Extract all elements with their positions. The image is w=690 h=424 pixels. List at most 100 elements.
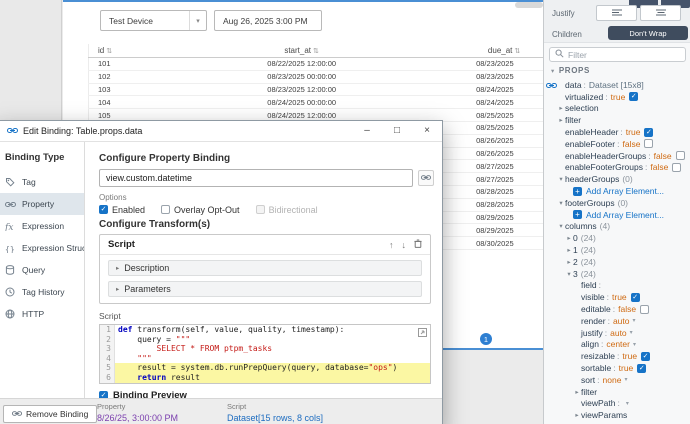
binding-link-icon[interactable]: [546, 81, 557, 91]
checkbox[interactable]: ✓: [637, 363, 647, 373]
filter-input[interactable]: [568, 49, 680, 60]
sort-icon[interactable]: ⇅: [313, 47, 319, 55]
caret-right-icon[interactable]: ▸: [565, 258, 573, 266]
remove-binding-button[interactable]: Remove Binding: [3, 405, 98, 423]
dropdown-icon[interactable]: ▾: [633, 341, 636, 348]
add-array-element-row[interactable]: + Add Array Element...: [544, 185, 690, 197]
add-array-element-link[interactable]: Add Array Element...: [586, 210, 664, 220]
prop-row-headerGroups[interactable]: ▾ headerGroups (0): [544, 173, 690, 185]
dropdown-icon[interactable]: ▾: [626, 400, 629, 407]
prop-row-sortable[interactable]: sortable: true ✓: [544, 362, 690, 374]
transform-section-parameters[interactable]: ▸ Parameters: [108, 281, 422, 297]
checkbox[interactable]: ✓: [641, 351, 651, 361]
dont-wrap-button[interactable]: Don't Wrap: [608, 26, 688, 40]
prop-row-viewPath[interactable]: viewPath: ▾: [544, 398, 690, 410]
datetime-field[interactable]: Aug 26, 2025 3:00 PM: [214, 10, 322, 31]
binding-type-expression[interactable]: fx Expression: [0, 215, 84, 237]
move-up-icon[interactable]: ↑: [389, 240, 394, 250]
binding-type-query[interactable]: Query: [0, 259, 84, 281]
checkbox[interactable]: ✓: [644, 127, 654, 137]
binding-type-property[interactable]: Property: [0, 193, 84, 215]
prop-row-align[interactable]: align: center ▾: [544, 339, 690, 351]
caret-down-icon[interactable]: ▾: [557, 222, 565, 230]
prop-row-1[interactable]: ▸ 1 (24): [544, 244, 690, 256]
prop-row-visible[interactable]: visible: true ✓: [544, 291, 690, 303]
checkbox[interactable]: [644, 139, 654, 149]
binding-type-expression-structure[interactable]: {} Expression Structure: [0, 237, 84, 259]
table-row[interactable]: 101 08/22/2025 12:00:00 08/23/2025: [88, 58, 543, 71]
justify-option-button[interactable]: [640, 5, 681, 21]
binding-type-tag-history[interactable]: Tag History: [0, 281, 84, 303]
checkbox[interactable]: [161, 205, 171, 214]
caret-down-icon[interactable]: ▾: [565, 270, 573, 278]
maximize-icon[interactable]: □: [382, 121, 412, 141]
prop-row-filter[interactable]: ▸ filter: [544, 114, 690, 126]
prop-row-selection[interactable]: ▸ selection: [544, 103, 690, 115]
column-header-due-at[interactable]: due_at ⇅: [464, 46, 543, 55]
caret-down-icon[interactable]: ▾: [557, 199, 565, 207]
prop-row-field[interactable]: field:: [544, 280, 690, 292]
option-bidirectional[interactable]: Bidirectional: [255, 205, 318, 215]
prop-row-columns[interactable]: ▾ columns (4): [544, 221, 690, 233]
add-array-element-row[interactable]: + Add Array Element...: [544, 209, 690, 221]
column-header-id[interactable]: id ⇅: [88, 46, 139, 55]
prop-row-footerGroups[interactable]: ▾ footerGroups (0): [544, 197, 690, 209]
caret-right-icon[interactable]: ▸: [573, 388, 581, 396]
option-overlay-opt-out[interactable]: Overlay Opt-Out: [161, 205, 240, 215]
checkbox[interactable]: ✓: [630, 292, 640, 302]
checkbox[interactable]: [672, 162, 682, 172]
prop-row-editable[interactable]: editable: false: [544, 303, 690, 315]
caret-right-icon[interactable]: ▸: [573, 411, 581, 419]
chevron-down-icon[interactable]: ▾: [189, 11, 206, 30]
prop-row-sort[interactable]: sort: none ▾: [544, 374, 690, 386]
prop-row-data[interactable]: data: Dataset [15x8]: [544, 79, 690, 91]
caret-right-icon[interactable]: ▸: [557, 116, 565, 124]
property-path-input[interactable]: [99, 169, 414, 187]
move-down-icon[interactable]: ↓: [402, 240, 407, 250]
checkbox[interactable]: [675, 151, 685, 161]
sort-icon[interactable]: ⇅: [106, 47, 112, 55]
dropdown-icon[interactable]: ▾: [633, 317, 636, 324]
sort-icon[interactable]: ⇅: [514, 47, 520, 55]
dropdown-icon[interactable]: ▾: [630, 329, 633, 336]
prop-row-viewParams[interactable]: ▸ viewParams: [544, 409, 690, 421]
binding-type-http[interactable]: HTTP: [0, 303, 84, 325]
close-icon[interactable]: ×: [412, 121, 442, 141]
script-editor[interactable]: 1 def transform(self, value, quality, tim…: [99, 324, 431, 384]
minimize-icon[interactable]: –: [352, 121, 382, 141]
column-header-start-at[interactable]: start_at ⇅: [139, 46, 464, 55]
dialog-title-bar[interactable]: Edit Binding: Table.props.data – □ ×: [0, 121, 442, 142]
props-section-header[interactable]: ▾ PROPS: [551, 66, 590, 75]
justify-option-button[interactable]: [596, 5, 637, 21]
prop-row-justify[interactable]: justify: auto ▾: [544, 327, 690, 339]
transform-section-description[interactable]: ▸ Description: [108, 260, 422, 276]
prop-row-enableFooter[interactable]: enableFooter: false: [544, 138, 690, 150]
device-selector[interactable]: Test Device ▾: [100, 10, 207, 31]
caret-down-icon[interactable]: ▾: [557, 175, 565, 183]
prop-row-3[interactable]: ▾ 3 (24): [544, 268, 690, 280]
prop-row-0[interactable]: ▸ 0 (24): [544, 232, 690, 244]
expand-editor-icon[interactable]: [417, 327, 428, 338]
notification-badge[interactable]: 1: [480, 333, 492, 345]
add-array-element-link[interactable]: Add Array Element...: [586, 186, 664, 196]
binding-type-tag[interactable]: Tag: [0, 171, 84, 193]
trash-icon[interactable]: [414, 239, 422, 250]
prop-row-enableHeader[interactable]: enableHeader: true ✓: [544, 126, 690, 138]
checkbox[interactable]: ✓: [629, 92, 639, 102]
scrollbar-horizontal[interactable]: [515, 2, 543, 8]
checkbox[interactable]: [255, 205, 265, 214]
caret-right-icon[interactable]: ▸: [565, 234, 573, 242]
props-filter[interactable]: [549, 47, 686, 62]
checkbox[interactable]: ✓: [99, 205, 108, 214]
prop-row-enableHeaderGroups[interactable]: enableHeaderGroups: false: [544, 150, 690, 162]
prop-row-virtualized[interactable]: virtualized: true ✓: [544, 91, 690, 103]
prop-row-2[interactable]: ▸ 2 (24): [544, 256, 690, 268]
prop-row-enableFooterGroups[interactable]: enableFooterGroups: false: [544, 162, 690, 174]
property-picker-button[interactable]: [418, 170, 434, 186]
table-row[interactable]: 103 08/23/2025 12:00:00 08/24/2025: [88, 84, 543, 97]
caret-right-icon[interactable]: ▸: [557, 104, 565, 112]
prop-row-filter[interactable]: ▸ filter: [544, 386, 690, 398]
dataset-result-link[interactable]: Dataset[15 rows, 8 cols]: [227, 413, 323, 423]
option-enabled[interactable]: ✓ Enabled: [99, 205, 145, 215]
dropdown-icon[interactable]: ▾: [624, 376, 627, 383]
